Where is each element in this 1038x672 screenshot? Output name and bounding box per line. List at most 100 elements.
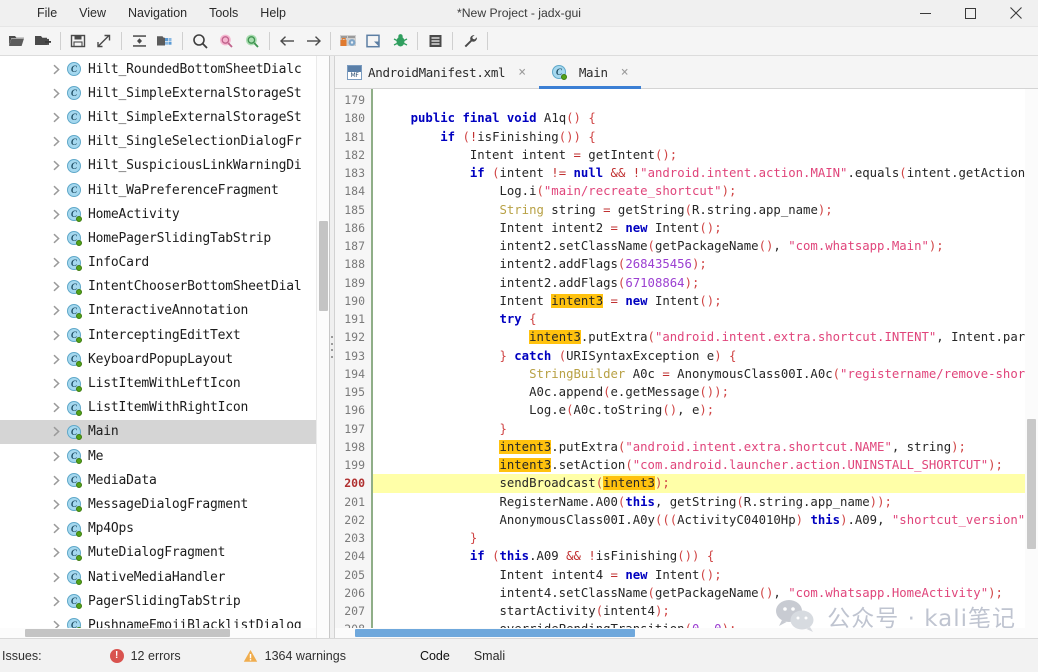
chevron-right-icon[interactable] <box>50 474 62 486</box>
save-all-button[interactable] <box>91 29 117 54</box>
code-line[interactable]: intent3.setAction("com.android.launcher.… <box>373 456 1038 474</box>
chevron-right-icon[interactable] <box>50 87 62 99</box>
tree-item-listitemwithlefticon[interactable]: CListItemWithLeftIcon <box>0 371 329 395</box>
tree-item-mutedialogfragment[interactable]: CMuteDialogFragment <box>0 541 329 565</box>
quark-button[interactable] <box>361 29 387 54</box>
menu-file[interactable]: File <box>26 2 68 24</box>
code-line[interactable]: intent3.putExtra("android.intent.extra.s… <box>373 438 1038 456</box>
chevron-right-icon[interactable] <box>50 208 62 220</box>
tree-item-messagedialogfragment[interactable]: CMessageDialogFragment <box>0 492 329 516</box>
code-line[interactable]: if (this.A09 && !isFinishing()) { <box>373 547 1038 565</box>
code-line[interactable]: intent2.setClassName(getPackageName(), "… <box>373 237 1038 255</box>
editor-horizontal-scroll-thumb[interactable] <box>355 629 635 637</box>
code-line[interactable]: intent2.addFlags(268435456); <box>373 255 1038 273</box>
menu-view[interactable]: View <box>68 2 117 24</box>
editor-vertical-scrollbar[interactable] <box>1025 89 1038 638</box>
code-text-area[interactable]: public final void A1q() { if (!isFinishi… <box>373 89 1038 638</box>
menu-tools[interactable]: Tools <box>198 2 249 24</box>
close-button[interactable] <box>993 0 1038 26</box>
log-viewer-button[interactable] <box>422 29 448 54</box>
chevron-right-icon[interactable] <box>50 136 62 148</box>
tree-item-main[interactable]: CMain <box>0 420 329 444</box>
maximize-button[interactable] <box>948 0 993 26</box>
chevron-right-icon[interactable] <box>50 281 62 293</box>
code-line[interactable]: if (!isFinishing()) { <box>373 128 1038 146</box>
menu-navigation[interactable]: Navigation <box>117 2 198 24</box>
code-line[interactable]: A0c.append(e.getMessage()); <box>373 383 1038 401</box>
minimize-button[interactable] <box>903 0 948 26</box>
chevron-right-icon[interactable] <box>50 353 62 365</box>
editor-vertical-scroll-thumb[interactable] <box>1027 419 1036 549</box>
code-line[interactable]: Log.e(A0c.toString(), e); <box>373 401 1038 419</box>
code-line[interactable]: try { <box>373 310 1038 328</box>
chevron-right-icon[interactable] <box>50 111 62 123</box>
tree-item-nativemediahandler[interactable]: CNativeMediaHandler <box>0 565 329 589</box>
tree-item-hilt-singleselectiondialogfr[interactable]: CHilt_SingleSelectionDialogFr <box>0 130 329 154</box>
chevron-right-icon[interactable] <box>50 595 62 607</box>
tree-item-keyboardpopuplayout[interactable]: CKeyboardPopupLayout <box>0 347 329 371</box>
tab-code[interactable]: Code <box>408 645 462 667</box>
code-line[interactable]: AnonymousClass00I.A0y(((ActivityC04010Hp… <box>373 511 1038 529</box>
editor-horizontal-scrollbar[interactable] <box>335 628 1038 638</box>
tab-main[interactable]: C Main × <box>539 56 641 88</box>
chevron-right-icon[interactable] <box>50 232 62 244</box>
code-line[interactable]: sendBroadcast(intent3); <box>373 474 1038 492</box>
code-line[interactable]: intent2.addFlags(67108864); <box>373 274 1038 292</box>
chevron-right-icon[interactable] <box>50 450 62 462</box>
code-line[interactable]: Intent intent3 = new Intent(); <box>373 292 1038 310</box>
tree-item-listitemwithrighticon[interactable]: CListItemWithRightIcon <box>0 396 329 420</box>
chevron-right-icon[interactable] <box>50 571 62 583</box>
save-button[interactable] <box>65 29 91 54</box>
menu-help[interactable]: Help <box>249 2 297 24</box>
code-line[interactable]: } <box>373 529 1038 547</box>
chevron-right-icon[interactable] <box>50 63 62 75</box>
tree-item-hilt-roundedbottomsheetdialc[interactable]: CHilt_RoundedBottomSheetDialc <box>0 57 329 81</box>
tree-item-interactiveannotation[interactable]: CInteractiveAnnotation <box>0 299 329 323</box>
tree-item-hilt-simpleexternalstoragest[interactable]: CHilt_SimpleExternalStorageSt <box>0 105 329 129</box>
warning-status[interactable]: 1364 warnings <box>243 649 346 663</box>
tree-item-homeactivity[interactable]: CHomeActivity <box>0 202 329 226</box>
code-viewer[interactable]: 1791801811821831841851861871881891901911… <box>335 89 1038 638</box>
forward-button[interactable] <box>300 29 326 54</box>
code-line[interactable]: String string = getString(R.string.app_n… <box>373 201 1038 219</box>
tree-vertical-scroll-thumb[interactable] <box>319 221 328 311</box>
deobfuscation-button[interactable] <box>335 29 361 54</box>
tab-close-icon[interactable]: × <box>515 65 529 80</box>
tree-item-homepagerslidingtabstrip[interactable]: CHomePagerSlidingTabStrip <box>0 226 329 250</box>
tree-vertical-scrollbar[interactable] <box>316 56 329 638</box>
code-line[interactable]: if (intent != null && !"android.intent.a… <box>373 164 1038 182</box>
tree-item-pagerslidingtabstrip[interactable]: CPagerSlidingTabStrip <box>0 589 329 613</box>
chevron-right-icon[interactable] <box>50 547 62 559</box>
flat-packages-button[interactable] <box>152 29 178 54</box>
tab-close-icon[interactable]: × <box>618 65 632 80</box>
tree-horizontal-scroll-thumb[interactable] <box>25 629 230 637</box>
code-line[interactable]: Log.i("main/recreate_shortcut"); <box>373 182 1038 200</box>
preferences-button[interactable] <box>457 29 483 54</box>
debugger-button[interactable] <box>387 29 413 54</box>
chevron-right-icon[interactable] <box>50 305 62 317</box>
tree-item-hilt-suspiciouslinkwarningdi[interactable]: CHilt_SuspiciousLinkWarningDi <box>0 154 329 178</box>
error-status[interactable]: ! 12 errors <box>110 649 181 663</box>
code-line[interactable]: Intent intent4 = new Intent(); <box>373 566 1038 584</box>
tree-item-intentchooserbottomsheetdial[interactable]: CIntentChooserBottomSheetDial <box>0 275 329 299</box>
chevron-right-icon[interactable] <box>50 402 62 414</box>
code-line[interactable]: intent4.setClassName(getPackageName(), "… <box>373 584 1038 602</box>
tree-item-infocard[interactable]: CInfoCard <box>0 251 329 275</box>
chevron-right-icon[interactable] <box>50 523 62 535</box>
code-line[interactable]: Intent intent = getIntent(); <box>373 146 1038 164</box>
code-line[interactable]: } catch (URISyntaxException e) { <box>373 347 1038 365</box>
code-line[interactable]: RegisterName.A00(this, getString(R.strin… <box>373 493 1038 511</box>
chevron-right-icon[interactable] <box>50 378 62 390</box>
chevron-right-icon[interactable] <box>50 160 62 172</box>
tree-item-me[interactable]: CMe <box>0 444 329 468</box>
code-line[interactable]: public final void A1q() { <box>373 109 1038 127</box>
code-line[interactable]: } <box>373 420 1038 438</box>
tree-item-interceptingedittext[interactable]: CInterceptingEditText <box>0 323 329 347</box>
code-line[interactable]: startActivity(intent4); <box>373 602 1038 620</box>
search-text-button[interactable] <box>187 29 213 54</box>
open-file-button[interactable] <box>4 29 30 54</box>
tree-item-mp4ops[interactable]: CMp4Ops <box>0 517 329 541</box>
collapse-all-button[interactable] <box>126 29 152 54</box>
chevron-right-icon[interactable] <box>50 498 62 510</box>
code-line[interactable]: StringBuilder A0c = AnonymousClass00I.A0… <box>373 365 1038 383</box>
